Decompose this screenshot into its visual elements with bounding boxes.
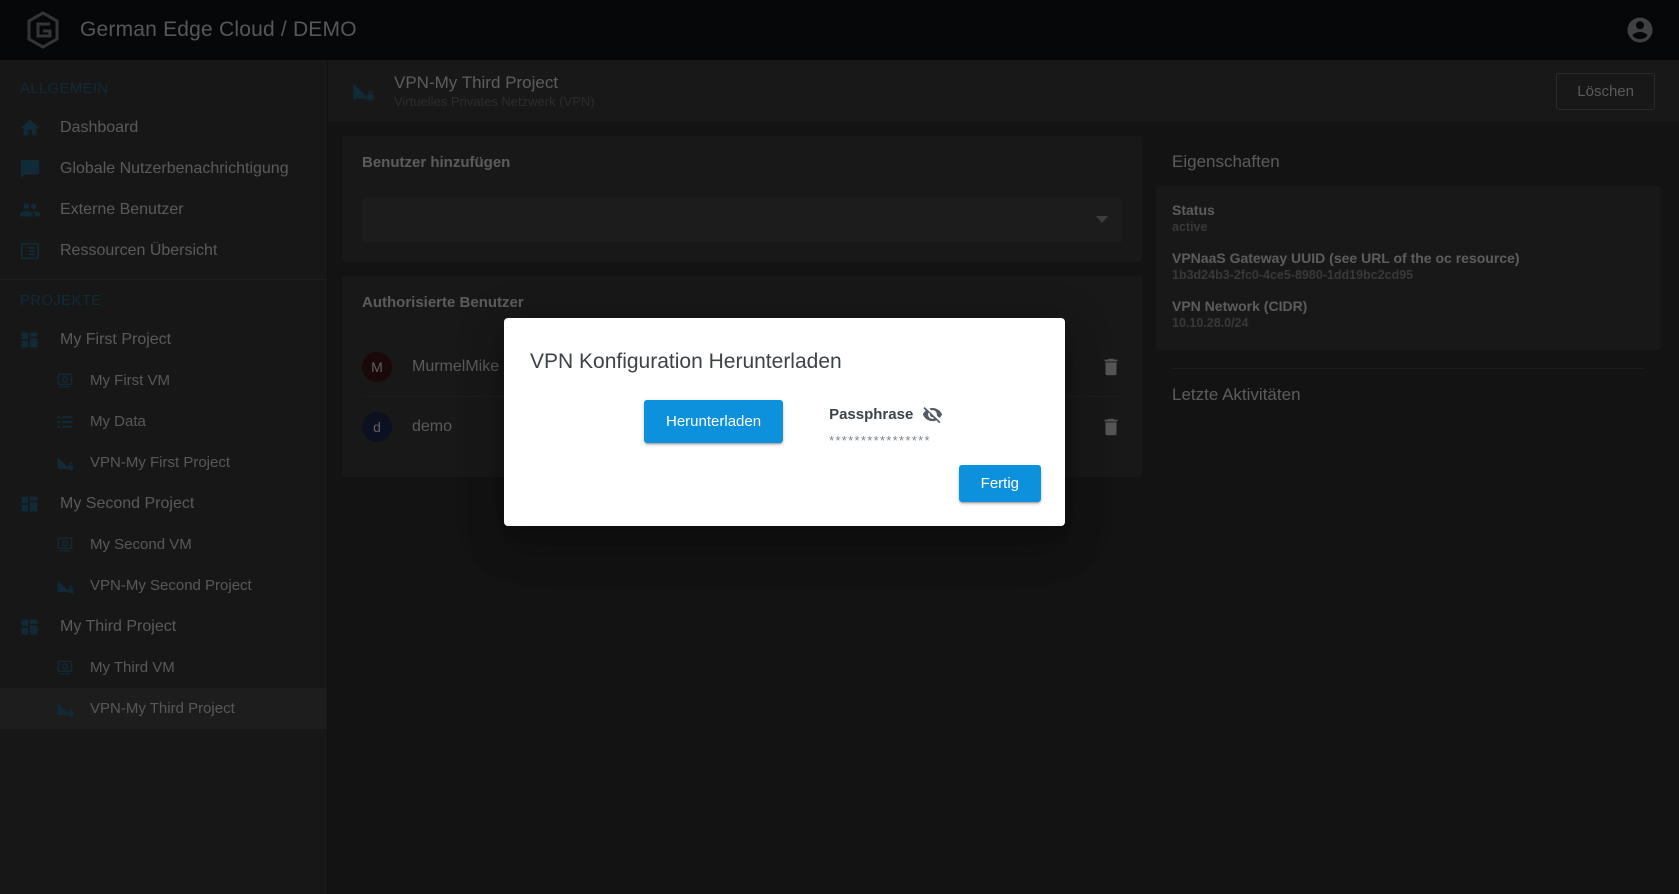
passphrase-label: Passphrase	[829, 406, 914, 423]
dialog-actions: Fertig	[528, 465, 1041, 502]
done-button[interactable]: Fertig	[958, 465, 1041, 502]
download-button[interactable]: Herunterladen	[644, 400, 784, 443]
passphrase-value[interactable]: ****************	[829, 433, 943, 448]
dialog-body: Herunterladen Passphrase ***************…	[528, 374, 1041, 465]
dialog-title: VPN Konfiguration Herunterladen	[530, 350, 842, 373]
eye-off-icon[interactable]	[922, 404, 943, 425]
passphrase-label-row: Passphrase	[829, 404, 943, 425]
download-vpn-config-dialog: VPN Konfiguration Herunterladen Herunter…	[504, 318, 1065, 526]
app-root: German Edge Cloud / DEMO ALLGEMEIN Dashb…	[0, 0, 1679, 894]
passphrase-block: Passphrase ****************	[829, 400, 943, 448]
